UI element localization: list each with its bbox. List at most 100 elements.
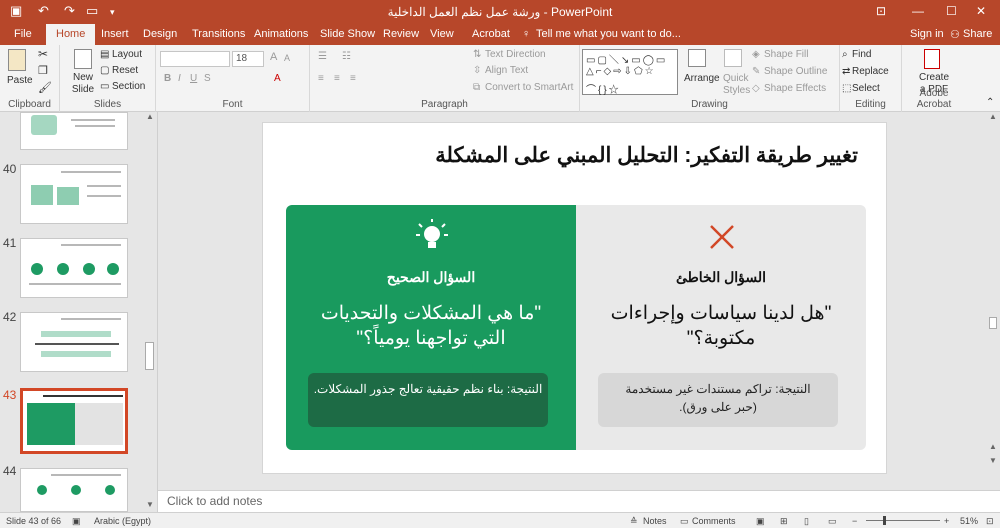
shapes-row-2: △⌐◇⇨⇩⬠☆: [586, 66, 656, 77]
tab-slide-show[interactable]: Slide Show: [320, 28, 375, 40]
quick-styles-icon[interactable]: [724, 49, 742, 67]
find-button[interactable]: Find: [852, 49, 871, 60]
italic-icon[interactable]: I: [178, 73, 181, 84]
maximize-icon[interactable]: ☐: [946, 4, 957, 18]
spellcheck-icon[interactable]: ▣: [72, 516, 81, 527]
notes-button[interactable]: Notes: [643, 516, 667, 526]
shadow-icon[interactable]: S: [204, 73, 211, 84]
ribbon: Paste ✂ ❐ 🖌 Clipboard New Slide ▤ Layout…: [0, 45, 1000, 112]
minimize-icon[interactable]: —: [912, 4, 924, 18]
ribbon-display-options-icon[interactable]: ⊡: [876, 4, 886, 18]
clipboard-group: Paste ✂ ❐ 🖌 Clipboard: [0, 45, 60, 112]
lightbulb-icon: ♀: [522, 28, 531, 40]
tab-transitions[interactable]: Transitions: [192, 28, 245, 40]
notes-placeholder[interactable]: Click to add notes: [167, 494, 262, 508]
copy-icon[interactable]: ❐: [38, 64, 48, 77]
clipboard-label: Clipboard: [8, 99, 51, 110]
align-right-icon[interactable]: ≡: [350, 73, 356, 84]
zoom-out-icon[interactable]: −: [852, 516, 857, 526]
numbering-icon[interactable]: ☷: [342, 51, 351, 62]
editor-scrollbar[interactable]: ▲ ▲ ▼: [988, 112, 998, 490]
new-slide-button[interactable]: New Slide: [70, 72, 96, 96]
quick-styles-button[interactable]: Quick Styles: [723, 73, 750, 97]
paragraph-label: Paragraph: [421, 99, 468, 110]
select-button[interactable]: Select: [852, 83, 880, 94]
collapse-ribbon-icon[interactable]: ⌃: [986, 97, 994, 108]
share-button[interactable]: Share: [963, 28, 992, 40]
thumbnail-text: [87, 185, 121, 187]
zoom-slider[interactable]: [866, 520, 940, 521]
slide-thumbnail-44[interactable]: [20, 468, 128, 512]
thumbnail-scrollbar[interactable]: ▲ ▼: [144, 112, 156, 512]
thumbnail-text: [71, 119, 115, 121]
increase-font-icon[interactable]: A: [270, 51, 277, 63]
tab-animations[interactable]: Animations: [254, 28, 308, 40]
align-center-icon[interactable]: ≡: [334, 73, 340, 84]
tab-file[interactable]: File: [14, 28, 32, 40]
left-question-panel[interactable]: السؤال الخاطئ "هل لدينا سياسات وإجراءات …: [576, 205, 866, 450]
tab-acrobat[interactable]: Acrobat: [472, 28, 510, 40]
sign-in-link[interactable]: Sign in: [910, 28, 944, 40]
replace-button[interactable]: Replace: [852, 66, 889, 77]
tab-insert[interactable]: Insert: [101, 28, 129, 40]
section-button[interactable]: Section: [112, 81, 145, 92]
bullets-icon[interactable]: ☰: [318, 51, 327, 62]
drawing-label: Drawing: [691, 99, 728, 110]
create-pdf-icon[interactable]: [924, 49, 940, 69]
tab-design[interactable]: Design: [143, 28, 177, 40]
slide-sorter-icon[interactable]: ⊞: [780, 516, 788, 527]
comments-button[interactable]: Comments: [692, 516, 736, 526]
right-question-panel[interactable]: السؤال الصحيح "ما هي المشكلات والتحديات …: [286, 205, 576, 450]
tab-view[interactable]: View: [430, 28, 454, 40]
normal-view-icon[interactable]: ▣: [756, 516, 765, 527]
notes-pane[interactable]: Click to add notes: [158, 490, 1000, 512]
font-size-input[interactable]: 18: [232, 51, 264, 67]
arrange-button[interactable]: Arrange: [684, 73, 720, 84]
tab-home[interactable]: Home: [46, 24, 96, 45]
layout-button[interactable]: Layout: [112, 49, 142, 60]
slide-title[interactable]: تغيير طريقة التفكير: التحليل المبني على …: [435, 143, 858, 168]
slide-thumbnail-42[interactable]: [20, 312, 128, 372]
shape-fill-button[interactable]: Shape Fill: [764, 49, 808, 60]
slide-thumbnail-43[interactable]: [20, 388, 128, 454]
zoom-in-icon[interactable]: +: [944, 516, 949, 526]
slide-thumbnail-41[interactable]: [20, 238, 128, 298]
shapes-row-3: ⌒{}☆: [586, 85, 621, 96]
reading-view-icon[interactable]: ▯: [804, 516, 809, 527]
shape-outline-button[interactable]: Shape Outline: [764, 66, 827, 77]
font-name-input[interactable]: [160, 51, 230, 67]
zoom-slider-thumb[interactable]: [883, 516, 886, 525]
arrange-icon[interactable]: [688, 49, 706, 67]
paste-button[interactable]: Paste: [7, 75, 33, 86]
font-color-icon[interactable]: A: [274, 73, 281, 84]
align-text-button[interactable]: Align Text: [485, 65, 528, 76]
thumbnail-graphic: [57, 263, 69, 275]
fit-slide-icon[interactable]: ⊡: [986, 516, 994, 527]
format-painter-icon[interactable]: 🖌: [38, 81, 52, 94]
text-direction-button[interactable]: Text Direction: [485, 49, 546, 60]
close-icon[interactable]: ✕: [976, 4, 986, 18]
language-indicator[interactable]: Arabic (Egypt): [94, 516, 151, 526]
reset-button[interactable]: Reset: [112, 65, 138, 76]
align-left-icon[interactable]: ≡: [318, 73, 324, 84]
slideshow-view-icon[interactable]: ▭: [828, 516, 837, 527]
convert-smartart-button[interactable]: Convert to SmartArt: [485, 82, 573, 93]
zoom-level[interactable]: 51%: [960, 516, 978, 526]
slide-thumbnail-39[interactable]: [20, 112, 128, 150]
bold-icon[interactable]: B: [164, 73, 171, 84]
tell-me-box[interactable]: Tell me what you want to do...: [536, 28, 681, 40]
paste-icon[interactable]: [8, 49, 26, 71]
underline-icon[interactable]: U: [190, 73, 197, 84]
thumbnail-text: [61, 244, 121, 246]
slide-thumbnail-40[interactable]: [20, 164, 128, 224]
thumbnail-graphic: [41, 331, 111, 337]
tab-review[interactable]: Review: [383, 28, 419, 40]
cut-icon[interactable]: ✂: [38, 47, 48, 61]
shape-effects-button[interactable]: Shape Effects: [764, 83, 826, 94]
slide-canvas[interactable]: تغيير طريقة التفكير: التحليل المبني على …: [262, 122, 887, 474]
new-slide-icon[interactable]: [74, 49, 92, 69]
share-icon: ⚇: [950, 29, 960, 41]
decrease-font-icon[interactable]: A: [284, 53, 290, 63]
left-panel-result: النتيجة: تراكم مستندات غير مستخدمة (حبر …: [598, 373, 838, 427]
acrobat-group: Create a PDF Adobe Acrobat: [902, 45, 966, 112]
